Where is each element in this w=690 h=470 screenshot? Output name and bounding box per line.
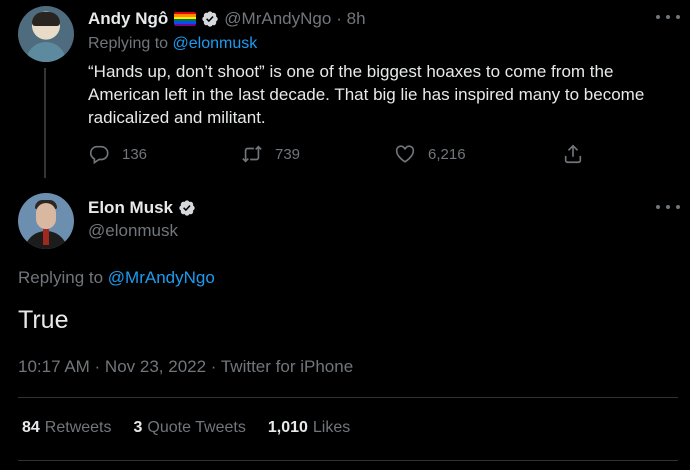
rainbow-flag-icon xyxy=(174,12,197,26)
more-options-icon[interactable] xyxy=(656,12,680,22)
share-icon xyxy=(564,144,582,164)
author-handle[interactable]: @MrAndyNgo xyxy=(224,9,331,29)
tweet-stats: 84 Retweets 3 Quote Tweets 1,010 Likes xyxy=(22,419,372,437)
tweet-time[interactable]: · 8h xyxy=(336,9,365,29)
tweet-timestamp[interactable]: 10:17 AM · Nov 23, 2022 · Twitter for iP… xyxy=(18,357,353,377)
like-count: 6,216 xyxy=(428,145,466,163)
divider xyxy=(18,460,678,461)
mention-link[interactable]: @MrAndyNgo xyxy=(108,268,215,287)
more-options-icon[interactable] xyxy=(656,202,680,212)
heart-icon xyxy=(395,145,415,163)
likes-stat[interactable]: 1,010 Likes xyxy=(268,419,350,437)
verified-badge-icon xyxy=(202,11,218,27)
reply-count: 136 xyxy=(122,145,148,163)
avatar[interactable] xyxy=(18,6,74,62)
tweet-text: True xyxy=(18,306,69,334)
quote-tweets-stat[interactable]: 3 Quote Tweets xyxy=(134,419,246,437)
author-row: Elon Musk xyxy=(88,197,196,219)
thread-line xyxy=(44,68,46,178)
reply-icon xyxy=(89,145,109,165)
tweet-text: “Hands up, don’t shoot” is one of the bi… xyxy=(88,62,645,127)
retweet-icon xyxy=(242,145,262,163)
divider xyxy=(18,397,678,398)
author-row: Andy Ngô @MrAndyNgo · 8h xyxy=(88,8,366,30)
author-name[interactable]: Elon Musk xyxy=(88,198,173,218)
retweets-stat[interactable]: 84 Retweets xyxy=(22,419,112,437)
reply-tweet[interactable]: Andy Ngô @MrAndyNgo · 8h Replying to @el… xyxy=(0,0,690,185)
verified-badge-icon xyxy=(179,200,195,216)
mention-link[interactable]: @elonmusk xyxy=(173,35,258,52)
retweet-count: 739 xyxy=(275,145,301,163)
share-button[interactable] xyxy=(562,143,596,165)
retweet-button[interactable]: 739 xyxy=(241,143,300,165)
replying-to: Replying to @elonmusk xyxy=(88,35,258,52)
author-handle[interactable]: @elonmusk xyxy=(88,221,178,241)
like-button[interactable]: 6,216 xyxy=(394,143,466,165)
replying-to: Replying to @MrAndyNgo xyxy=(18,268,215,287)
reply-button[interactable]: 136 xyxy=(88,143,147,165)
author-name[interactable]: Andy Ngô xyxy=(88,9,168,29)
tweet-actions: 136 739 6,216 xyxy=(88,143,608,167)
avatar[interactable] xyxy=(18,193,74,249)
